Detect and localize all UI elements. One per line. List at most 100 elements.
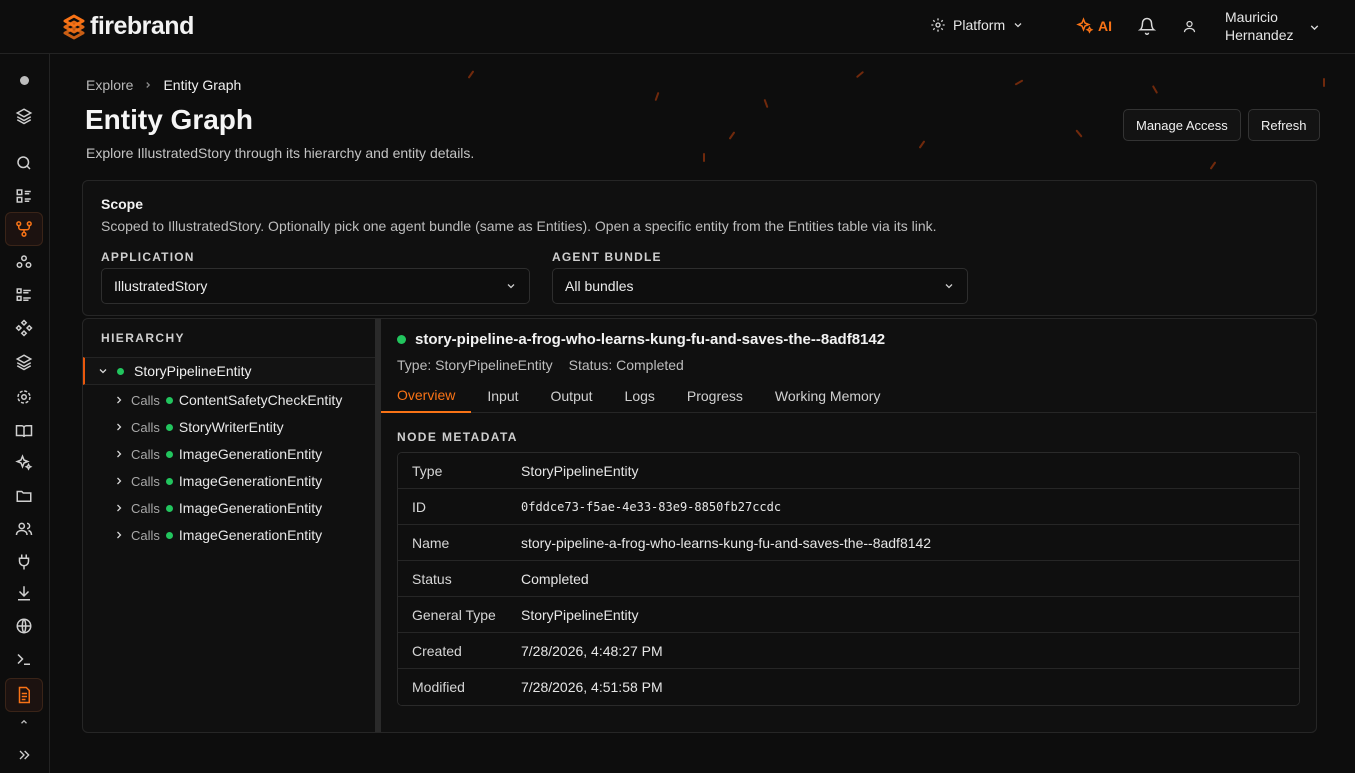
book-icon: [15, 422, 33, 440]
chevron-right-icon: [113, 502, 125, 514]
sidebar-item-search[interactable]: [5, 146, 43, 180]
ai-button[interactable]: AI: [1076, 17, 1112, 35]
tree-child-label: ImageGenerationEntity: [178, 500, 323, 516]
tree-child-label: ImageGenerationEntity: [178, 473, 323, 489]
chevron-down-icon: [505, 280, 517, 292]
terminal-icon: [15, 650, 33, 668]
tasks-icon: [15, 286, 33, 304]
document-icon: [15, 686, 33, 704]
folder-icon: [15, 487, 33, 505]
tree-child-node[interactable]: Calls ImageGenerationEntity: [113, 496, 322, 520]
tab-logs[interactable]: Logs: [609, 379, 671, 413]
chevron-right-icon: [113, 475, 125, 487]
chevron-down-icon: [97, 365, 109, 377]
entity-title: story-pipeline-a-frog-who-learns-kung-fu…: [397, 331, 885, 348]
relation-label: Calls: [131, 446, 160, 462]
breadcrumb: Explore Entity Graph: [86, 77, 241, 93]
search-icon: [15, 154, 33, 172]
sidebar-item-ai[interactable]: [5, 446, 43, 480]
brand-name: firebrand: [90, 12, 194, 40]
tree-child-node[interactable]: Calls ContentSafetyCheckEntity: [113, 388, 342, 412]
agent-bundle-label: AGENT BUNDLE: [552, 250, 662, 264]
chevron-right-icon: [113, 448, 125, 460]
user-name[interactable]: Mauricio Hernandez: [1225, 8, 1294, 44]
sidebar-item-web[interactable]: [5, 609, 43, 643]
tab-input[interactable]: Input: [471, 379, 534, 413]
chevron-down-icon: [943, 280, 955, 292]
tree-root-node[interactable]: StoryPipelineEntity: [83, 357, 375, 385]
tab-overview[interactable]: Overview: [381, 379, 472, 413]
top-bar: firebrand Platform AI Mauricio Hernandez: [0, 0, 1355, 54]
user-last-name: Hernandez: [1225, 27, 1294, 43]
application-select[interactable]: IllustratedStory: [101, 268, 530, 304]
sidebar-item-docs[interactable]: [5, 414, 43, 448]
sidebar-item-terminal[interactable]: [5, 642, 43, 676]
brand-logo[interactable]: firebrand: [62, 12, 194, 41]
sidebar-item-documents[interactable]: [5, 678, 43, 712]
sidebar-item-tasks[interactable]: [5, 278, 43, 312]
application-label: APPLICATION: [101, 250, 195, 264]
node-metadata-table: Type StoryPipelineEntity ID 0fddce73-f5ae-…: [397, 452, 1300, 706]
metadata-value: 0fddce73-f5ae-4e33-83e9-8850fb27ccdc: [521, 499, 782, 514]
status-dot: [165, 450, 173, 458]
status-dot: [165, 423, 173, 431]
metadata-key: Name: [412, 534, 450, 551]
refresh-button[interactable]: Refresh: [1248, 109, 1320, 141]
tree-child-label: ContentSafetyCheckEntity: [178, 392, 343, 408]
sidebar-item-users[interactable]: [5, 512, 43, 546]
sidebar-item-agents[interactable]: [5, 245, 43, 279]
sidebar-item-list[interactable]: [5, 179, 43, 213]
metadata-row: Type StoryPipelineEntity: [398, 453, 1299, 489]
sidebar-item-components[interactable]: [5, 311, 43, 345]
sidebar-item-stack[interactable]: [5, 345, 43, 379]
sidebar-scroll-up[interactable]: [5, 714, 43, 730]
graph-card: HIERARCHY StoryPipelineEntity Calls Cont…: [82, 318, 1317, 733]
tab-working-memory[interactable]: Working Memory: [759, 379, 897, 413]
relation-label: Calls: [131, 392, 160, 408]
details-panel: story-pipeline-a-frog-who-learns-kung-fu…: [381, 319, 1316, 732]
relation-label: Calls: [131, 473, 160, 489]
platform-menu[interactable]: Platform: [930, 17, 1024, 33]
metadata-value: 7/28/2026, 4:48:27 PM: [521, 642, 663, 659]
breadcrumb-current: Entity Graph: [163, 77, 242, 93]
entity-status: Status: Completed: [568, 357, 684, 373]
sidebar-item-entity-graph[interactable]: [5, 212, 43, 246]
sidebar-expand-button[interactable]: [5, 738, 43, 772]
agents-icon: [15, 253, 33, 271]
metadata-key: Created: [412, 642, 462, 659]
sidebar-item-downloads[interactable]: [5, 576, 43, 610]
manage-access-button[interactable]: Manage Access: [1123, 109, 1241, 141]
plug-icon: [15, 553, 33, 571]
chevron-right-icon: [143, 80, 153, 90]
sidebar-item-integrations[interactable]: [5, 545, 43, 579]
notifications-button[interactable]: [1138, 17, 1156, 35]
tree-child-node[interactable]: Calls StoryWriterEntity: [113, 415, 284, 439]
application-value: IllustratedStory: [114, 278, 208, 294]
tree-child-node[interactable]: Calls ImageGenerationEntity: [113, 523, 322, 547]
firebrand-logo-icon: [62, 14, 86, 40]
tree-child-node[interactable]: Calls ImageGenerationEntity: [113, 442, 322, 466]
users-icon: [15, 520, 33, 538]
scope-card: Scope Scoped to IllustratedStory. Option…: [82, 180, 1317, 316]
agent-bundle-select[interactable]: All bundles: [552, 268, 968, 304]
breadcrumb-explore[interactable]: Explore: [86, 77, 133, 93]
tab-output[interactable]: Output: [535, 379, 609, 413]
sidebar-item-files[interactable]: [5, 479, 43, 513]
tab-progress[interactable]: Progress: [671, 379, 759, 413]
ai-label: AI: [1098, 18, 1112, 34]
sparkles-icon: [1076, 17, 1094, 35]
bell-icon: [1138, 17, 1156, 35]
tree-child-node[interactable]: Calls ImageGenerationEntity: [113, 469, 322, 493]
relation-label: Calls: [131, 500, 160, 516]
relation-label: Calls: [131, 527, 160, 543]
sidebar-status[interactable]: [5, 63, 43, 97]
chevron-right-icon: [113, 394, 125, 406]
sidebar-item-layers[interactable]: [5, 99, 43, 133]
sidebar-item-settings[interactable]: [5, 380, 43, 414]
sparkles-icon: [15, 454, 33, 472]
user-menu-chevron[interactable]: [1308, 21, 1321, 34]
scope-description: Scoped to IllustratedStory. Optionally p…: [101, 218, 937, 234]
metadata-key: Status: [412, 570, 452, 587]
page-title: Entity Graph: [85, 104, 254, 135]
stack-icon: [15, 353, 33, 371]
